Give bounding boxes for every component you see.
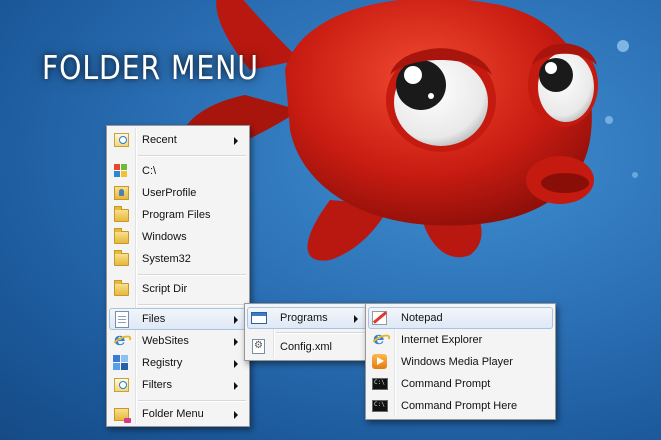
menu-item-label: Programs	[280, 312, 328, 324]
window-icon	[251, 312, 267, 324]
submenu-arrow-icon	[234, 360, 238, 368]
menu-item-label: Program Files	[142, 209, 211, 221]
menu-item-label: Folder Menu	[142, 408, 204, 420]
menu-item-label: Notepad	[401, 312, 443, 324]
menu-item-config-xml[interactable]: Config.xml	[247, 336, 367, 358]
media-player-icon	[372, 354, 387, 369]
menu-item-system32[interactable]: System32	[109, 248, 247, 270]
submenu-arrow-icon	[234, 316, 238, 324]
command-prompt-icon	[372, 400, 388, 412]
page-title: FOLDER MENU	[42, 48, 259, 87]
menu-item-label: Recent	[142, 134, 177, 146]
submenu-arrow-icon	[234, 338, 238, 346]
menu-item-files[interactable]: Files	[109, 308, 247, 330]
folder-menu-icon	[114, 408, 131, 423]
menu-separator	[138, 400, 246, 402]
menu-item-label: Windows	[142, 231, 187, 243]
menu-item-label: Command Prompt Here	[401, 400, 518, 412]
menu-separator	[138, 155, 246, 157]
programs-submenu: Notepad Internet Explorer Windows Media …	[365, 303, 556, 420]
menu-item-windows[interactable]: Windows	[109, 226, 247, 248]
folder-icon	[114, 228, 129, 244]
menu-item-program-files[interactable]: Program Files	[109, 204, 247, 226]
filter-folder-icon	[114, 378, 129, 392]
menu-item-label: Windows Media Player	[401, 356, 513, 368]
internet-explorer-icon	[113, 329, 128, 350]
menu-item-windows-media-player[interactable]: Windows Media Player	[368, 351, 553, 373]
folder-icon	[114, 250, 129, 266]
internet-explorer-icon	[372, 328, 387, 349]
files-icon	[115, 311, 129, 328]
menu-item-userprofile[interactable]: UserProfile	[109, 182, 247, 204]
menu-item-label: Script Dir	[142, 283, 188, 295]
menu-item-websites[interactable]: WebSites	[109, 329, 247, 352]
menu-item-internet-explorer[interactable]: Internet Explorer	[368, 328, 553, 351]
xml-file-icon	[252, 339, 265, 354]
menu-item-command-prompt[interactable]: Command Prompt	[368, 373, 553, 395]
menu-item-folder-menu[interactable]: Folder Menu	[109, 403, 247, 425]
folder-icon	[114, 206, 129, 222]
submenu-arrow-icon	[234, 411, 238, 419]
menu-item-label: System32	[142, 253, 191, 265]
menu-item-script-dir[interactable]: Script Dir	[109, 278, 247, 300]
files-submenu: Programs Config.xml	[244, 303, 370, 361]
menu-item-label: Registry	[142, 357, 183, 369]
windows-logo-icon	[114, 164, 128, 178]
user-folder-icon	[114, 186, 129, 200]
menu-separator	[276, 332, 366, 334]
menu-separator	[138, 304, 246, 306]
menu-item-notepad[interactable]: Notepad	[368, 307, 553, 329]
menu-item-filters[interactable]: Filters	[109, 374, 247, 396]
folder-main-menu: Recent C:\ UserProfile Program Files Win…	[106, 125, 250, 427]
menu-item-programs[interactable]: Programs	[247, 307, 367, 329]
menu-item-label: Internet Explorer	[401, 334, 483, 346]
menu-item-label: Files	[142, 313, 166, 325]
menu-item-label: UserProfile	[142, 187, 197, 199]
menu-item-label: C:\	[142, 165, 157, 177]
notepad-icon	[372, 311, 387, 325]
menu-item-label: Config.xml	[280, 341, 332, 353]
submenu-arrow-icon	[234, 382, 238, 390]
menu-item-label: Command Prompt	[401, 378, 491, 390]
menu-item-command-prompt-here[interactable]: Command Prompt Here	[368, 395, 553, 417]
command-prompt-icon	[372, 378, 388, 390]
menu-item-c-drive[interactable]: C:\	[109, 160, 247, 182]
menu-item-registry[interactable]: Registry	[109, 352, 247, 374]
menu-separator	[138, 274, 246, 276]
menu-item-label: Filters	[142, 379, 172, 391]
submenu-arrow-icon	[234, 137, 238, 145]
submenu-arrow-icon	[354, 315, 358, 323]
menu-item-recent[interactable]: Recent	[109, 129, 247, 151]
menu-item-label: WebSites	[142, 335, 189, 347]
folder-icon	[114, 280, 129, 296]
recent-folder-icon	[114, 133, 129, 147]
registry-icon	[113, 355, 128, 370]
